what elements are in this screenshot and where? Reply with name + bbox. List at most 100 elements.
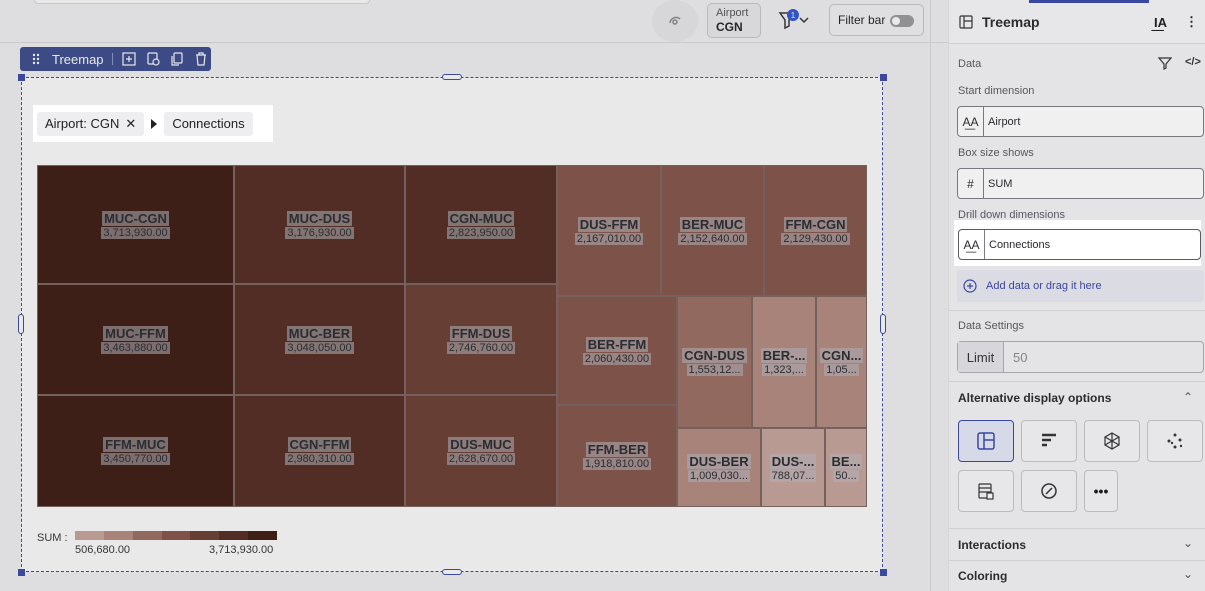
drill-down-highlight: A͟A Connections [954,220,1201,266]
start-dimension-label: Start dimension [958,85,1035,97]
breadcrumb: Airport: CGN ✕ Connections [33,105,273,142]
tile-value: 3,048,050.00 [285,341,354,354]
treemap-tile[interactable]: CGN-FFM 2,980,310.00 [234,395,405,507]
settings-copy-icon[interactable] [145,51,161,67]
legend-title: SUM : [37,532,68,544]
treemap-tile[interactable]: MUC-FFM 3,463,880.00 [37,284,234,395]
chevron-up-icon[interactable]: ⌃ [1183,390,1193,404]
resize-handle[interactable] [442,569,462,575]
legend-swatch [248,531,278,540]
tile-label: DUS-... [769,453,817,469]
tile-value: 3,463,880.00 [101,341,170,354]
filter-count-badge: 1 [787,9,799,21]
network-display-button[interactable] [1084,420,1140,462]
add-filter-icon[interactable] [121,51,137,67]
treemap-tile[interactable]: MUC-BER 3,048,050.00 [234,284,405,395]
bar-display-button[interactable] [1021,420,1077,462]
airport-filter-chip[interactable]: Airport CGN [707,3,761,38]
tile-label: CGN-MUC [447,210,515,226]
tile-value: 3,450,770.00 [101,453,170,465]
more-options-icon[interactable]: ⋮ [1185,14,1198,30]
resize-handle[interactable] [18,569,25,576]
treemap-tile[interactable]: DUS-BER 1,009,030... [677,428,761,507]
tile-value: 50... [833,469,859,482]
treemap-tile[interactable]: FFM-MUC 3,450,770.00 [37,395,234,507]
chevron-down-icon[interactable]: ⌄ [1183,536,1193,550]
coloring-section[interactable]: Coloring [958,569,1007,583]
resize-handle[interactable] [18,314,24,334]
code-icon[interactable]: </> [1185,56,1201,68]
treemap-tile[interactable]: CGN-MUC 2,823,950.00 [405,165,557,284]
filter-icon[interactable] [1157,56,1173,75]
treemap-display-button[interactable] [958,420,1014,462]
divider [930,0,931,591]
resize-handle[interactable] [442,74,462,80]
treemap-tile[interactable]: FFM-CGN 2,129,430.00 [764,165,867,296]
drill-down-field[interactable]: A͟A Connections [958,229,1201,260]
legend-swatch [75,531,104,540]
filter-bar-label: Filter bar [838,13,886,27]
treemap-icon [959,14,973,29]
scatter-display-button[interactable] [1147,420,1203,462]
treemap-tile[interactable]: FFM-BER 1,918,810.00 [557,405,677,507]
duplicate-icon[interactable] [169,51,185,67]
plus-circle-icon [963,279,977,293]
drill-down-value: Connections [989,238,1051,251]
box-size-field[interactable]: # SUM [957,168,1204,199]
treemap-tile[interactable]: MUC-DUS 3,176,930.00 [234,165,405,284]
treemap-tile[interactable]: MUC-CGN 3,713,930.00 [37,165,234,284]
treemap-chart: MUC-CGN 3,713,930.00 MUC-FFM 3,463,880.00 FF… [37,165,867,507]
treemap-tile[interactable]: BER-... 1,323,... [752,296,816,428]
treemap-tile[interactable]: DUS-... 788,07... [761,428,825,507]
treemap-tile[interactable]: FFM-DUS 2,746,760.00 [405,284,557,395]
drag-handle-icon[interactable] [28,51,44,67]
delete-icon[interactable] [193,51,209,67]
start-dimension-field[interactable]: A͟A Airport [957,106,1204,137]
refresh-spinner-icon[interactable] [652,0,698,42]
treemap-tile[interactable]: DUS-MUC 2,628,670.00 [405,395,557,507]
resize-handle[interactable] [880,314,886,334]
tile-label: CGN-FFM [287,437,352,452]
treemap-tile[interactable]: CGN-DUS 1,553,12... [677,296,752,428]
treemap-tile[interactable]: BER-FFM 2,060,430.00 [557,296,677,405]
limit-field[interactable]: Limit 50 [957,341,1204,373]
chevron-right-icon [151,118,158,129]
interactions-section[interactable]: Interactions [958,538,1026,552]
breadcrumb-drill-chip[interactable]: Connections [164,111,253,136]
top-widget-edge [34,0,370,4]
resize-handle[interactable] [880,569,887,576]
resize-handle[interactable] [880,74,887,81]
treemap-tile[interactable]: CGN... 1,05... [816,296,867,428]
toggle-switch[interactable] [890,15,914,27]
data-section-label: Data [958,58,982,70]
tile-value: 2,152,640.00 [678,232,747,245]
close-icon[interactable]: ✕ [125,116,136,132]
resize-handle[interactable] [18,74,25,81]
tile-value: 1,05... [824,364,859,376]
limit-input[interactable]: 50 [1004,350,1027,365]
table-display-button[interactable] [958,470,1014,512]
text-format-icon[interactable]: I͟A [1154,15,1167,30]
tile-label: FFM-BER [585,442,649,457]
scatter-icon [1167,433,1183,449]
treemap-tile[interactable]: BE... 50... [825,428,867,507]
add-data-label: Add data or drag it here [986,280,1102,292]
tile-value: 788,07... [769,469,817,482]
cube-icon [1104,432,1120,450]
treemap-tile[interactable]: DUS-FFM 2,167,010.00 [557,165,661,296]
more-display-button[interactable]: ••• [1084,470,1118,512]
gauge-display-button[interactable] [1021,470,1077,512]
divider [949,560,1205,561]
chevron-down-icon[interactable]: ⌄ [1183,567,1193,581]
table-icon [978,483,994,500]
tile-label: DUS-FFM [577,216,641,232]
airport-filter-value: CGN [716,20,743,34]
breadcrumb-filter-chip[interactable]: Airport: CGN ✕ [37,111,145,136]
treemap-tile[interactable]: BER-MUC 2,152,640.00 [661,165,764,296]
divider [949,528,1205,529]
tile-value: 2,980,310.00 [285,453,354,465]
legend-max: 3,713,930.00 [209,544,274,556]
filter-bar-toggle[interactable]: Filter bar [829,4,924,36]
tile-value: 2,167,010.00 [574,232,644,245]
add-data-button[interactable]: Add data or drag it here [957,270,1204,302]
